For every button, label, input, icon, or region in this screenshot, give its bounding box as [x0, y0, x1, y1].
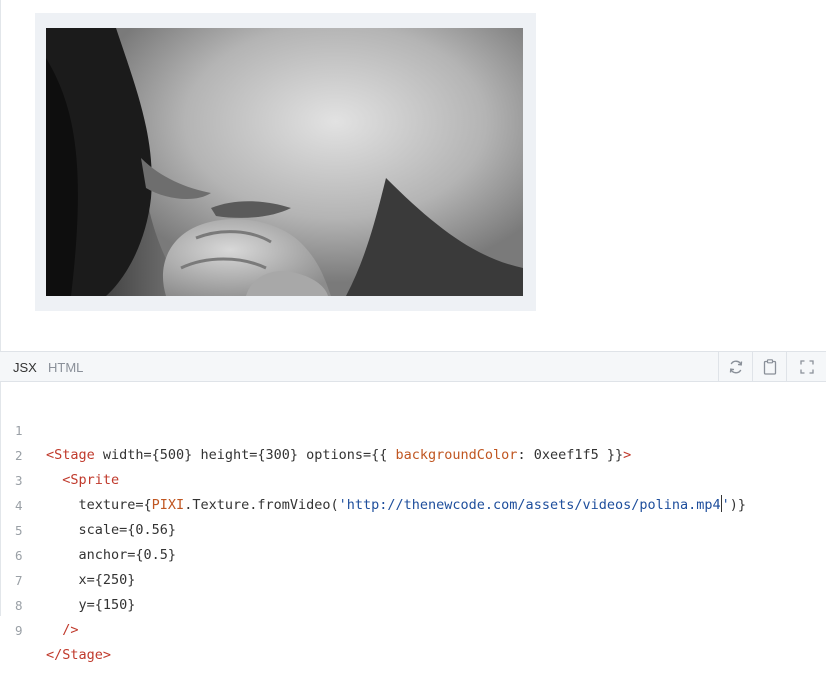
preview-pane [0, 0, 826, 351]
token-rest: : 0xeef1f5 }} [517, 447, 624, 463]
reload-button[interactable] [718, 352, 752, 382]
tab-jsx[interactable]: JSX [13, 352, 37, 383]
token-prop: texture={ [78, 497, 152, 513]
copy-button[interactable] [752, 352, 786, 382]
token-string-end: ' [721, 497, 730, 513]
code-line: 6 x={250} [1, 518, 135, 588]
code-line: 8 /> [1, 568, 79, 638]
code-text: x={250} [46, 572, 136, 588]
tab-html[interactable]: HTML [48, 352, 83, 383]
token-tag: /> [62, 622, 79, 638]
code-text: /> [46, 618, 79, 643]
video-frame-image [46, 28, 523, 296]
fullscreen-icon [799, 360, 814, 374]
code-line: 1 <Stage width={500} height={300} option… [1, 393, 631, 463]
token-end: )} [729, 497, 747, 513]
code-text: </Stage> [46, 643, 111, 668]
clipboard-icon [763, 359, 776, 375]
token-string: 'http://thenewcode.com/assets/videos/pol… [338, 497, 721, 513]
token-tag: <Stage [46, 447, 95, 463]
code-line: 4 scale={0.56} [1, 468, 176, 538]
code-line: 5 anchor={0.5} [1, 493, 176, 563]
code-line: 3 texture={PIXI.Texture.fromVideo('http:… [1, 443, 746, 513]
token-tag: </Stage> [46, 647, 112, 663]
reload-icon [729, 360, 742, 374]
code-line: 2 <Sprite [1, 418, 119, 488]
code-text: <Stage width={500} height={300} options=… [46, 443, 631, 468]
pixi-stage [35, 13, 536, 311]
token-attrs: width={500} height={300} options={{ [94, 447, 396, 463]
video-sprite [46, 28, 523, 296]
code-line: 7 y={150} [1, 543, 135, 613]
code-text: scale={0.56} [46, 522, 177, 538]
code-editor[interactable]: 1 <Stage width={500} height={300} option… [0, 382, 826, 663]
token-ident: PIXI [151, 497, 185, 513]
token-tag: <Sprite [62, 472, 120, 488]
line-number: 9 [15, 623, 23, 638]
code-text: y={150} [46, 597, 136, 613]
fullscreen-button[interactable] [786, 352, 826, 382]
code-text: anchor={0.5} [46, 547, 177, 563]
code-line: 9 </Stage> [1, 593, 111, 663]
code-text: <Sprite [46, 468, 119, 493]
token-key: backgroundColor [395, 447, 518, 463]
token-tag-close: > [623, 447, 632, 463]
token-call: .Texture.fromVideo( [184, 497, 339, 513]
editor-toolbar: JSX HTML [0, 351, 826, 382]
code-text: texture={PIXI.Texture.fromVideo('http://… [46, 493, 746, 518]
